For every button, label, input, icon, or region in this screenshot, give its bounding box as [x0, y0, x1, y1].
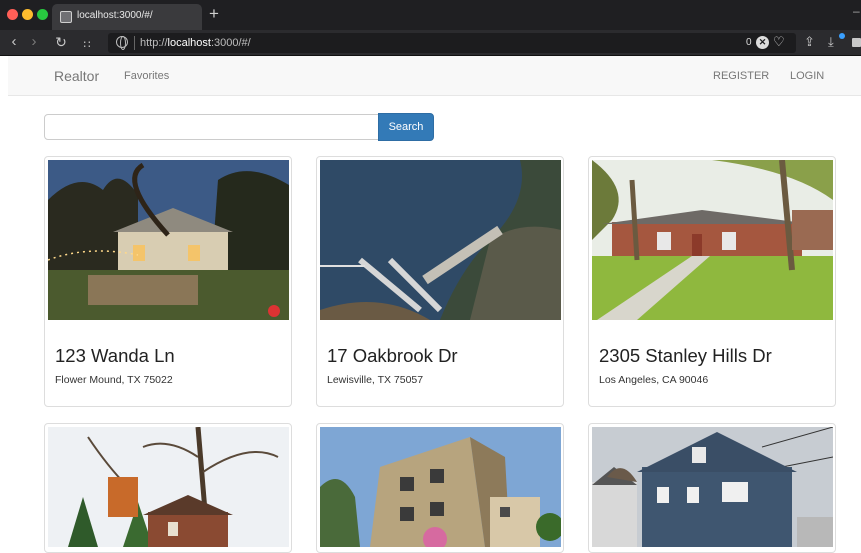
listing-card[interactable]: 2305 Stanley Hills Dr Los Angeles, CA 90… [588, 156, 836, 407]
share-icon[interactable]: ⇪ [804, 34, 815, 50]
listing-address[interactable]: 17 Oakbrook Dr [327, 345, 458, 367]
listing-photo[interactable] [592, 160, 833, 320]
back-icon[interactable]: ‹ [6, 33, 22, 51]
heart-icon[interactable]: ♡ [773, 34, 785, 50]
favicon-icon [60, 11, 72, 23]
search-input[interactable] [44, 114, 379, 140]
extension-icon[interactable] [852, 38, 861, 47]
url-field[interactable]: http://localhost:3000/#/ 0 ✕ ♡ [108, 33, 796, 53]
globe-icon [116, 36, 128, 50]
shield-icon[interactable]: ✕ [756, 36, 769, 49]
browser-tab-bar: localhost:3000/#/ + – [0, 0, 861, 30]
reload-icon[interactable]: ↻ [53, 33, 69, 51]
listing-city: Los Angeles, CA 90046 [599, 374, 709, 386]
download-icon[interactable]: ⤓ [828, 34, 834, 50]
listing-photo[interactable] [48, 160, 289, 320]
listing-photo[interactable] [320, 160, 561, 320]
login-link[interactable]: LOGIN [790, 70, 824, 82]
download-indicator [839, 33, 845, 39]
listing-card[interactable]: 17 Oakbrook Dr Lewisville, TX 75057 [316, 156, 564, 407]
listing-address[interactable]: 2305 Stanley Hills Dr [599, 345, 772, 367]
listing-city: Flower Mound, TX 75022 [55, 374, 173, 386]
url-text[interactable]: http://localhost:3000/#/ [140, 37, 251, 49]
url-divider [134, 36, 135, 50]
listing-city: Lewisville, TX 75057 [327, 374, 424, 386]
listing-photo[interactable] [592, 427, 833, 547]
search-button[interactable]: Search [378, 113, 434, 141]
brand-link[interactable]: Realtor [54, 68, 99, 84]
grid-icon[interactable]: ∷ [79, 36, 95, 54]
listing-address[interactable]: 123 Wanda Ln [55, 345, 175, 367]
favorites-link[interactable]: Favorites [124, 70, 169, 82]
minimize-window-button[interactable] [22, 9, 33, 20]
tab-title: localhost:3000/#/ [77, 10, 153, 21]
browser-tab[interactable]: localhost:3000/#/ [52, 4, 202, 30]
browser-toolbar: ‹ › ↻ ∷ http://localhost:3000/#/ 0 ✕ ♡ ⇪… [0, 30, 861, 56]
new-tab-button[interactable]: + [209, 5, 219, 22]
close-window-button[interactable] [7, 9, 18, 20]
maximize-window-button[interactable] [37, 9, 48, 20]
register-link[interactable]: REGISTER [713, 70, 769, 82]
forward-icon[interactable]: › [26, 33, 42, 51]
listing-photo[interactable] [48, 427, 289, 547]
window-menu-icon[interactable]: – [853, 4, 860, 18]
listing-card[interactable]: 123 Wanda Ln Flower Mound, TX 75022 [44, 156, 292, 407]
site-navbar: Realtor Favorites REGISTER LOGIN [8, 56, 861, 96]
tracker-count: 0 [746, 37, 752, 48]
listing-photo[interactable] [320, 427, 561, 547]
